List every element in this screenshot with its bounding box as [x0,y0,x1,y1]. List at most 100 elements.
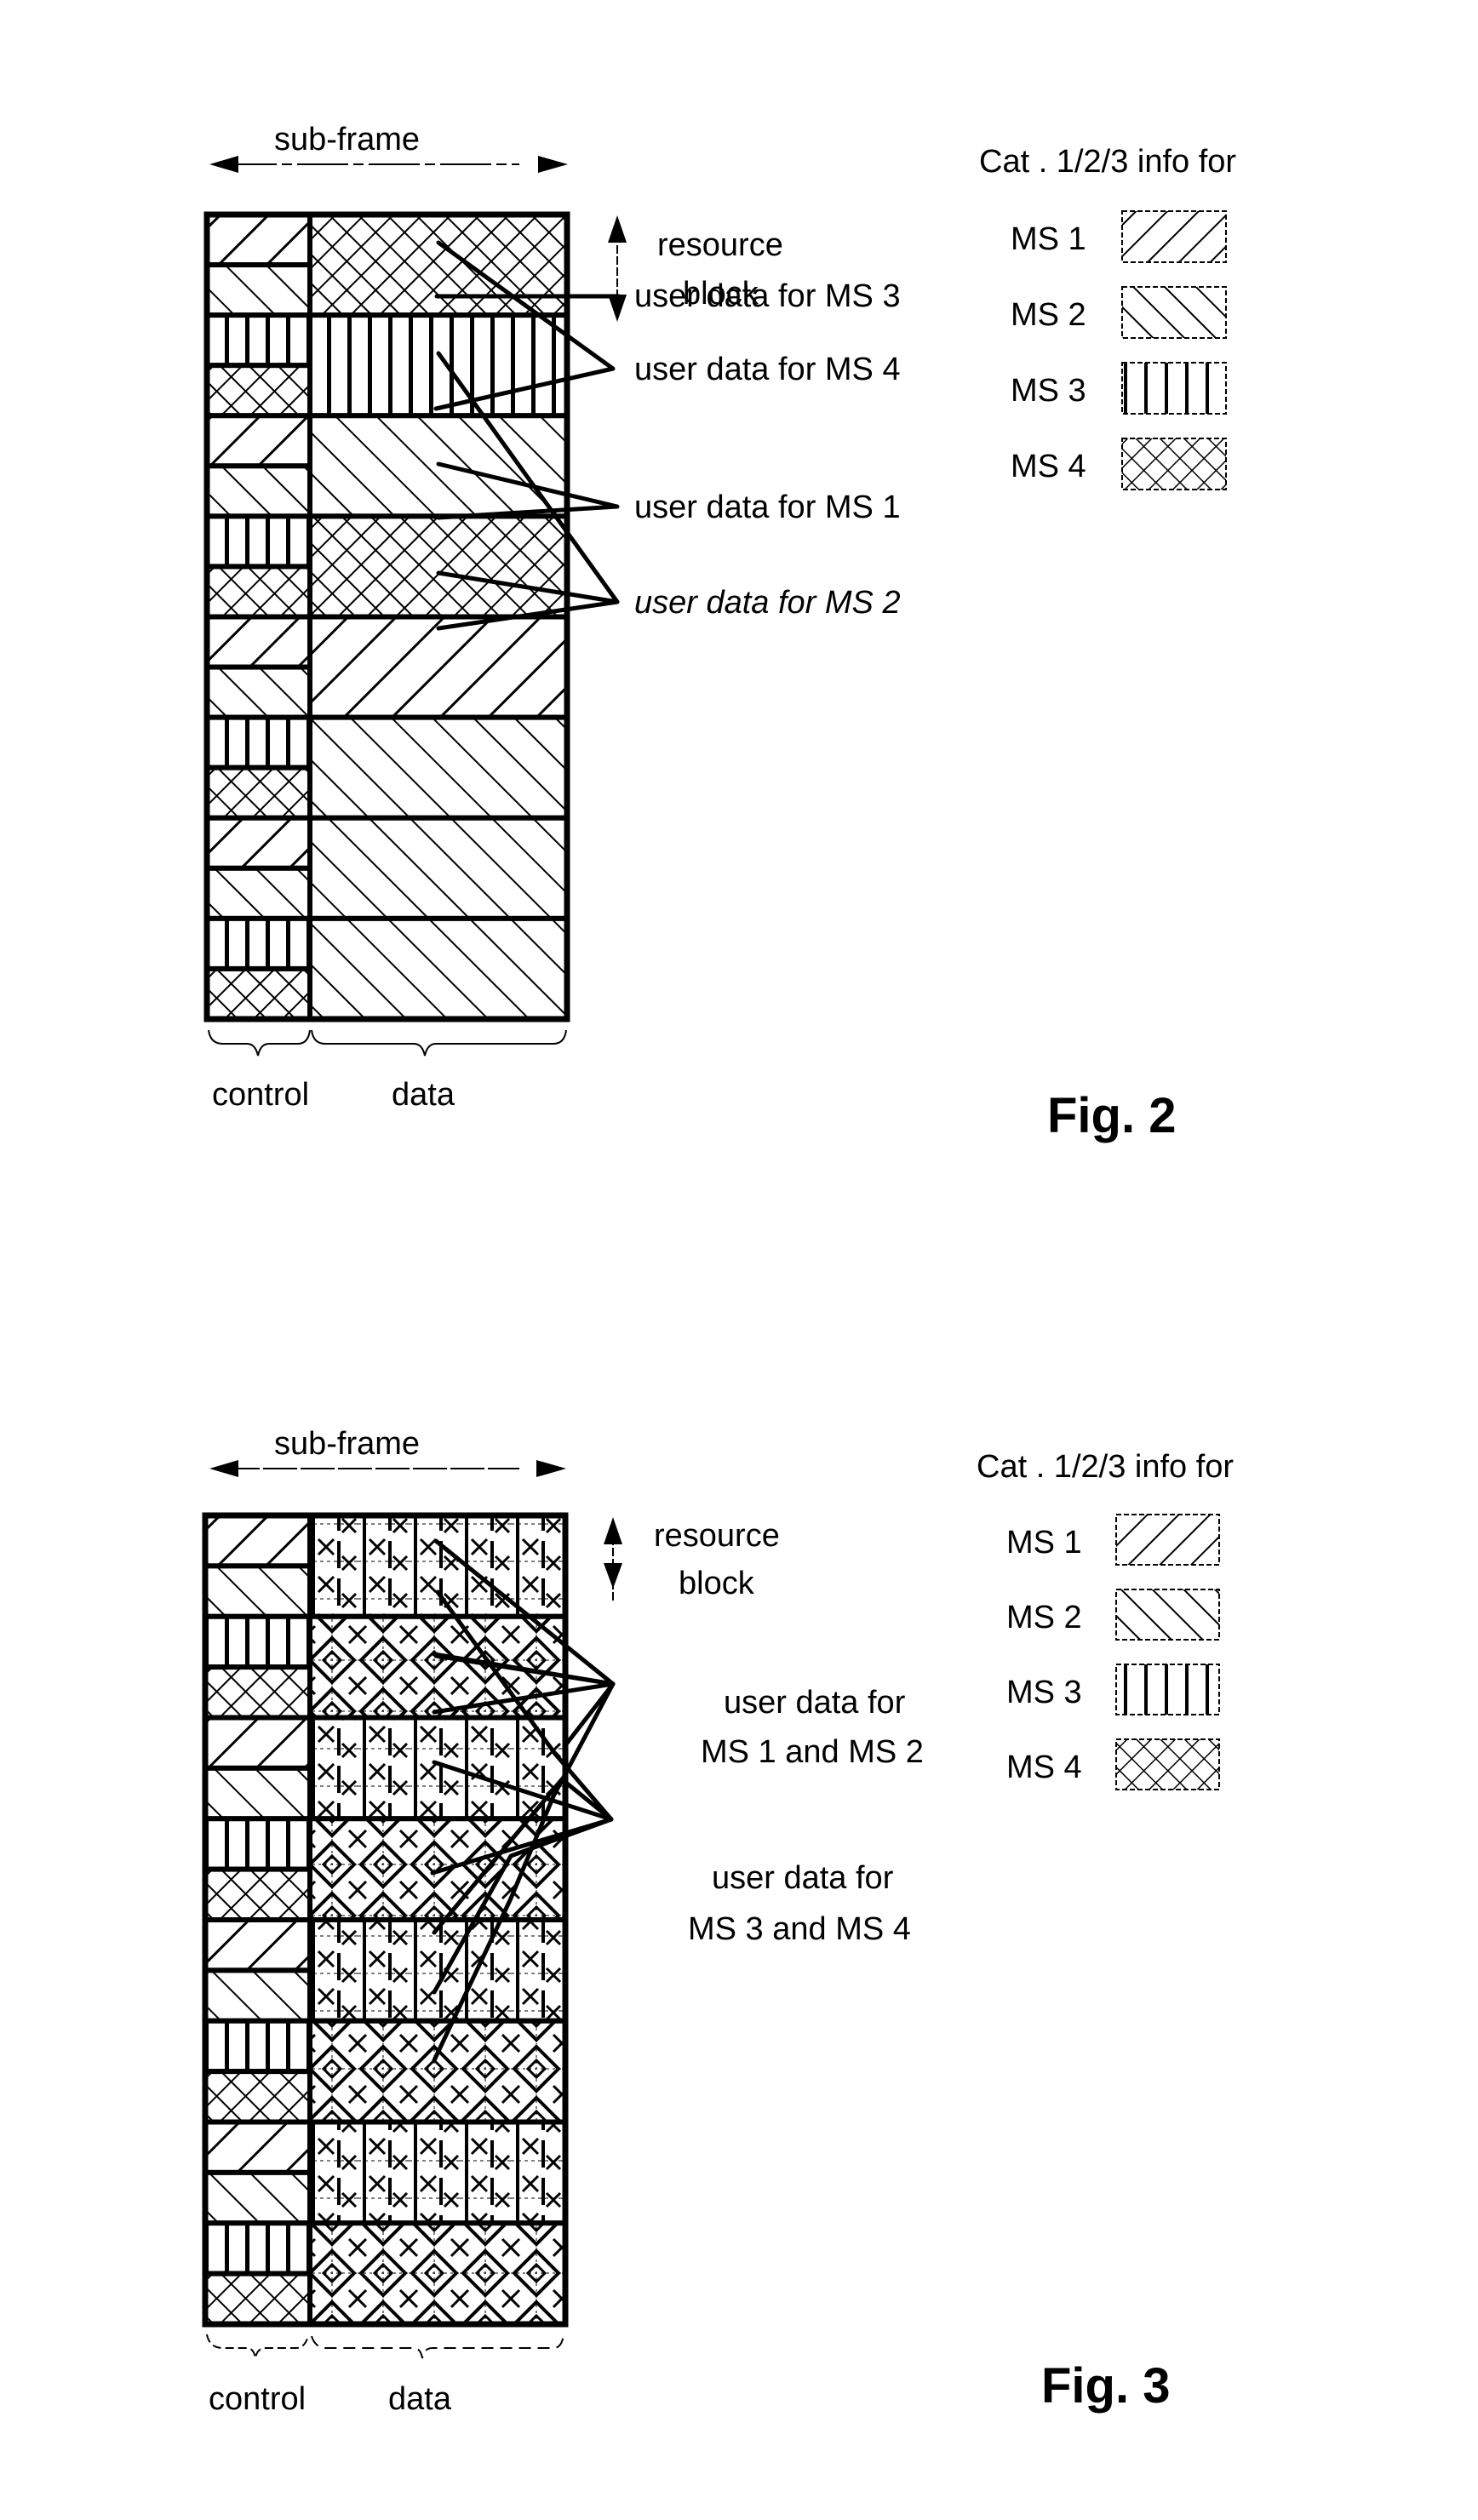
control-subrow-ms1 [203,1513,312,1569]
arrow-up-icon [604,1517,622,1544]
data-label: data [392,1077,455,1113]
legend-swatch-ms1 [1121,210,1227,263]
resource-block-ms3-ms4 [307,1613,568,1721]
bottom-braces [208,1029,567,1057]
control-subrow-ms2 [203,2169,312,2226]
arrow-down-icon [604,1563,622,1589]
legend-item-label: MS 2 [1011,297,1086,333]
arrow-right-icon [536,1460,566,1477]
control-subrow-ms2 [204,865,312,921]
annotation-ms3: user data for MS 3 [634,278,901,314]
figure-2: sub-frame resource block user data for M… [203,122,1236,1143]
legend-item-label: MS 1 [1011,221,1086,257]
resource-block-ms1-ms2 [307,2119,568,2226]
data-brace [311,1029,567,1057]
control-subrow-ms3 [203,1613,312,1670]
control-subrow-ms1 [204,413,312,469]
legend-swatch-ms3 [1121,362,1227,415]
legend-item-label: MS 3 [1006,1675,1082,1710]
annotation-ms3-ms4-line2: MS 3 and MS 4 [688,1911,911,1947]
control-subrow-ms1 [204,614,312,670]
control-subrow-ms4 [204,965,312,1022]
legend-item-ms4: MS 4 [1006,1738,1220,1790]
control-subrow-ms4 [204,564,312,620]
subframe-label: sub-frame [274,122,420,158]
annotation-ms1: user data for MS 1 [634,490,901,525]
figure-3: sub-frame resource block user data for M… [202,1426,1234,2417]
control-subrow-ms3 [204,312,312,369]
control-subrow-ms4 [203,1866,312,1922]
control-subrow-ms2 [203,1765,312,1822]
resource-label-line2: block [679,1566,755,1601]
resource-block-ms2 [307,915,570,1022]
resource-block-dimension: resource block [604,1517,780,1601]
legend-item-label: MS 1 [1006,1525,1082,1561]
resource-block-ms1 [307,614,570,720]
legend-item-label: MS 4 [1006,1750,1082,1785]
resource-block-ms1-ms2 [307,1917,568,2024]
control-subrow-ms2 [204,463,312,519]
resource-block-ms3-ms4 [307,2220,568,2327]
control-region [203,1513,312,2327]
annotation-ms4: user data for MS 4 [634,352,901,387]
control-subrow-ms3 [203,2018,312,2075]
resource-block-ms2 [307,815,570,921]
arrow-down-icon [608,295,627,322]
resource-label-line1: resource [657,227,783,263]
legend-swatch-ms2 [1121,286,1227,339]
legend-item-ms2: MS 2 [1011,286,1227,339]
subframe-dimension: sub-frame [209,1426,566,1477]
legend-item-label: MS 2 [1006,1600,1082,1635]
arrow-left-icon [209,156,238,173]
annotation-ms2: user data for MS 2 [634,585,901,621]
legend-swatch-ms1 [1115,1514,1220,1566]
resource-block-ms4 [307,513,570,620]
legend-title: Cat . 1/2/3 info for [977,1449,1234,1485]
control-label: control [212,1077,309,1113]
control-subrow-ms1 [203,1715,312,1771]
legend: Cat . 1/2/3 info for MS 1 MS 2 MS 3 MS 4 [979,144,1236,490]
resource-block-ms4 [307,212,570,318]
legend-item-ms4: MS 4 [1011,438,1227,490]
subframe-label: sub-frame [274,1426,420,1462]
legend-title: Cat . 1/2/3 info for [979,144,1236,180]
data-region [307,1513,568,2327]
figure-caption: Fig. 2 [1047,1088,1176,1143]
legend-item-ms3: MS 3 [1006,1664,1220,1715]
resource-block-ms1-ms2 [307,1715,568,1822]
control-subrow-ms3 [203,2220,312,2277]
control-subrow-ms2 [203,1563,312,1619]
control-label: control [209,2381,306,2417]
control-subrow-ms4 [203,1664,312,1721]
legend-item-ms1: MS 1 [1011,210,1227,263]
data-label: data [388,2381,452,2417]
arrow-up-icon [608,215,627,243]
control-subrow-ms3 [204,714,312,770]
patent-drawing-sheet: sub-frame resource block user data for M… [202,122,1236,2417]
annotation-ms1-ms2-line1: user data for [724,1685,906,1721]
legend: Cat . 1/2/3 info for MS 1 MS 2 MS 3 MS 4 [977,1449,1234,1790]
figure-caption: Fig. 3 [1041,2358,1170,2414]
legend-swatch-ms4 [1121,438,1227,490]
control-subrow-ms2 [204,262,312,318]
annotation-ms3-ms4-line1: user data for [712,1860,894,1896]
control-subrow-ms3 [203,1816,312,1872]
control-brace [208,1029,311,1057]
resource-block-ms2 [307,714,570,821]
legend-swatch-ms2 [1115,1589,1220,1641]
legend-item-label: MS 4 [1011,449,1086,484]
control-subrow-ms1 [203,2119,312,2175]
resource-block-ms3 [307,312,570,419]
control-subrow-ms3 [204,915,312,971]
control-brace [206,2334,309,2359]
resource-label-line1: resource [654,1518,780,1554]
control-subrow-ms4 [204,363,312,419]
subframe-dimension: sub-frame [209,122,568,173]
legend-item-ms2: MS 2 [1006,1589,1220,1641]
legend-item-ms3: MS 3 [1011,362,1227,415]
arrow-left-icon [209,1460,238,1477]
control-subrow-ms1 [203,1917,312,1973]
legend-item-label: MS 3 [1011,373,1086,409]
control-subrow-ms1 [204,212,312,268]
legend-item-ms1: MS 1 [1006,1514,1220,1566]
